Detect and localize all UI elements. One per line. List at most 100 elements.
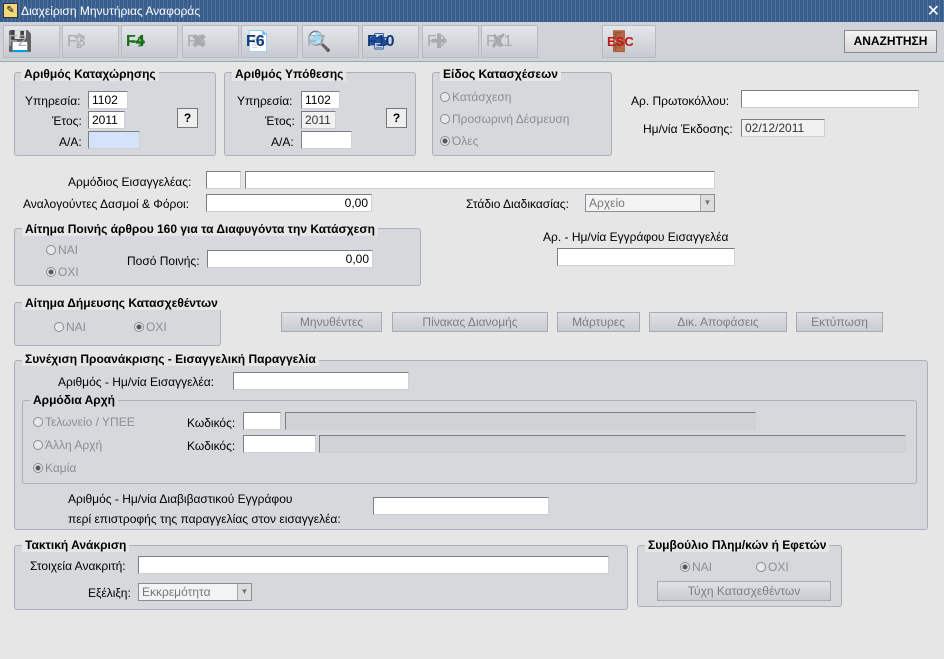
case-year-field[interactable]: 2011 — [301, 111, 336, 129]
close-icon[interactable]: ✕ — [927, 1, 940, 21]
radio-selected-icon — [33, 463, 43, 473]
transmittal-label-line2: περί επιστροφής της παραγγελίας στον εισ… — [68, 512, 341, 526]
penalty-amount-field[interactable]: 0,00 — [207, 250, 373, 268]
issue-date-field[interactable]: 02/12/2011 — [741, 119, 825, 137]
authority-none-radio[interactable]: Καμία — [33, 461, 76, 475]
f9-add-button[interactable]: ✚ F9 — [422, 25, 479, 58]
defendants-button[interactable]: Μηνυθέντες — [281, 312, 382, 332]
investigator-label: Στοιχεία Ανακριτή: — [30, 559, 126, 573]
f3-button[interactable]: ⇪ F3 — [62, 25, 119, 58]
registration-aa-label: Α/Α: — [59, 135, 82, 149]
prosecutor-name-field[interactable] — [245, 171, 715, 189]
radio-icon — [440, 114, 450, 124]
toolbar: 💾 F2 ⇪ F3 ➔ F4 ✖ F5 📄 F6 🔍 F7 🖶 F10 ✚ F9 ✘ F11 🚪 E… — [0, 22, 944, 62]
case-lookup-button[interactable]: ? — [386, 108, 407, 128]
registration-title: Αριθμός Καταχώρησης — [21, 67, 159, 81]
council-title: Συμβούλιο Πλημ/κών ή Εφετών — [645, 538, 830, 552]
customs-code-label: Κωδικός: — [187, 416, 236, 430]
registration-service-label: Υπηρεσία: — [25, 94, 81, 108]
print-button[interactable]: Εκτύπωση — [796, 312, 883, 332]
protocol-number-label: Αρ. Πρωτοκόλλου: — [631, 94, 730, 108]
radio-icon — [440, 92, 450, 102]
protocol-number-field[interactable] — [741, 90, 919, 108]
radio-selected-icon — [46, 267, 56, 277]
case-aa-field[interactable] — [301, 131, 352, 149]
stage-select[interactable]: Αρχείο ▼ — [585, 194, 715, 212]
customs-code-field[interactable] — [243, 412, 281, 430]
confiscation-yes-radio[interactable]: ΝΑΙ — [54, 320, 86, 334]
duties-field[interactable]: 0,00 — [206, 194, 372, 212]
f5-delete-button[interactable]: ✖ F5 — [182, 25, 239, 58]
authority-customs-radio[interactable]: Τελωνείο / ΥΠΕΕ — [33, 415, 135, 429]
prosecutor-doc-label: Αρ. - Ημ/νία Εγγράφου Εισαγγελέα — [543, 230, 729, 244]
registration-service-field[interactable]: 1102 — [88, 91, 128, 109]
case-year-label: Έτος: — [265, 114, 295, 128]
continuation-number-field[interactable] — [233, 372, 409, 390]
seizure-type-option-seizure[interactable]: Κατάσχεση — [440, 90, 511, 104]
f7-search-button[interactable]: 🔍 F7 — [302, 25, 359, 58]
other-name-field[interactable] — [319, 435, 906, 453]
prosecutor-code-field[interactable] — [206, 171, 241, 189]
case-title: Αριθμός Υπόθεσης — [232, 67, 347, 81]
radio-icon — [33, 417, 43, 427]
window-title: Διαχείριση Μηνυτήριας Αναφοράς — [21, 4, 201, 18]
f6-button[interactable]: 📄 F6 — [241, 25, 298, 58]
f2-save-button[interactable]: 💾 F2 — [3, 25, 60, 58]
continuation-number-label: Αριθμός - Ημ/νία Εισαγγελέα: — [58, 375, 215, 389]
penalty-amount-label: Ποσό Ποινής: — [127, 254, 200, 268]
esc-exit-button[interactable]: 🚪 ESC — [602, 25, 656, 58]
progress-label: Εξέλιξη: — [88, 586, 131, 600]
radio-icon — [33, 440, 43, 450]
case-aa-label: Α/Α: — [271, 135, 294, 149]
f4-button[interactable]: ➔ F4 — [121, 25, 178, 58]
authority-title: Αρμόδια Αρχή — [30, 393, 118, 407]
other-code-label: Κωδικός: — [187, 439, 236, 453]
penalty-title: Αίτημα Ποινής άρθρου 160 για τα Διαφυγόν… — [22, 222, 378, 236]
investigator-field[interactable] — [138, 556, 609, 574]
penalty-yes-radio[interactable]: ΝΑΙ — [46, 243, 78, 257]
customs-name-field[interactable] — [285, 412, 756, 430]
radio-selected-icon — [134, 322, 144, 332]
other-code-field[interactable] — [243, 435, 316, 453]
case-service-field[interactable]: 1102 — [301, 91, 340, 109]
registration-aa-field[interactable] — [88, 131, 140, 149]
court-decisions-button[interactable]: Δικ. Αποφάσεις — [649, 312, 787, 332]
window-titlebar: ✎ Διαχείριση Μηνυτήριας Αναφοράς ✕ — [0, 0, 944, 22]
confiscation-no-radio[interactable]: ΟΧΙ — [134, 320, 167, 334]
progress-select[interactable]: Εκκρεμότητα ▼ — [138, 583, 252, 601]
f11-remove-button[interactable]: ✘ F11 — [481, 25, 538, 58]
radio-icon — [756, 562, 766, 572]
penalty-no-radio[interactable]: ΟΧΙ — [46, 265, 79, 279]
radio-selected-icon — [440, 136, 450, 146]
case-service-label: Υπηρεσία: — [237, 94, 293, 108]
search-button[interactable]: ΑΝΑΖΗΤΗΣΗ — [844, 30, 937, 53]
authority-other-radio[interactable]: Άλλη Αρχή — [33, 438, 102, 452]
app-icon: ✎ — [3, 3, 18, 18]
seized-fate-button[interactable]: Τύχη Κατασχεθέντων — [657, 581, 831, 601]
chevron-down-icon: ▼ — [700, 195, 714, 211]
registration-year-field[interactable]: 2011 — [88, 111, 125, 129]
council-no-radio[interactable]: ΟΧΙ — [756, 560, 789, 574]
radio-icon — [54, 322, 64, 332]
seizure-type-option-temporary[interactable]: Προσωρινή Δέσμευση — [440, 112, 569, 126]
stage-label: Στάδιο Διαδικασίας: — [466, 197, 569, 211]
chevron-down-icon: ▼ — [237, 584, 251, 600]
duties-label: Αναλογούντες Δασμοί & Φόροι: — [23, 197, 190, 211]
prosecutor-doc-field[interactable] — [557, 248, 735, 266]
seizure-type-option-all[interactable]: Όλες — [440, 134, 478, 148]
regular-investigation-group — [14, 545, 628, 610]
radio-icon — [46, 245, 56, 255]
confiscation-title: Αίτημα Δήμευσης Κατασχεθέντων — [22, 296, 221, 310]
registration-lookup-button[interactable]: ? — [177, 108, 198, 128]
f10-print-button[interactable]: 🖶 F10 — [362, 25, 419, 58]
continuation-title: Συνέχιση Προανάκρισης - Εισαγγελική Παρα… — [22, 352, 319, 366]
registration-year-label: Έτος: — [52, 114, 82, 128]
council-yes-radio[interactable]: ΝΑΙ — [680, 560, 712, 574]
witnesses-button[interactable]: Μάρτυρες — [557, 312, 640, 332]
radio-selected-icon — [680, 562, 690, 572]
distribution-table-button[interactable]: Πίνακας Διανομής — [392, 312, 548, 332]
transmittal-field[interactable] — [373, 497, 549, 515]
issue-date-label: Ημ/νία Έκδοσης: — [643, 122, 733, 136]
transmittal-label-line1: Αριθμός - Ημ/νία Διαβιβαστικού Εγγράφου — [68, 492, 293, 506]
seizure-type-title: Είδος Κατασχέσεων — [440, 67, 561, 81]
